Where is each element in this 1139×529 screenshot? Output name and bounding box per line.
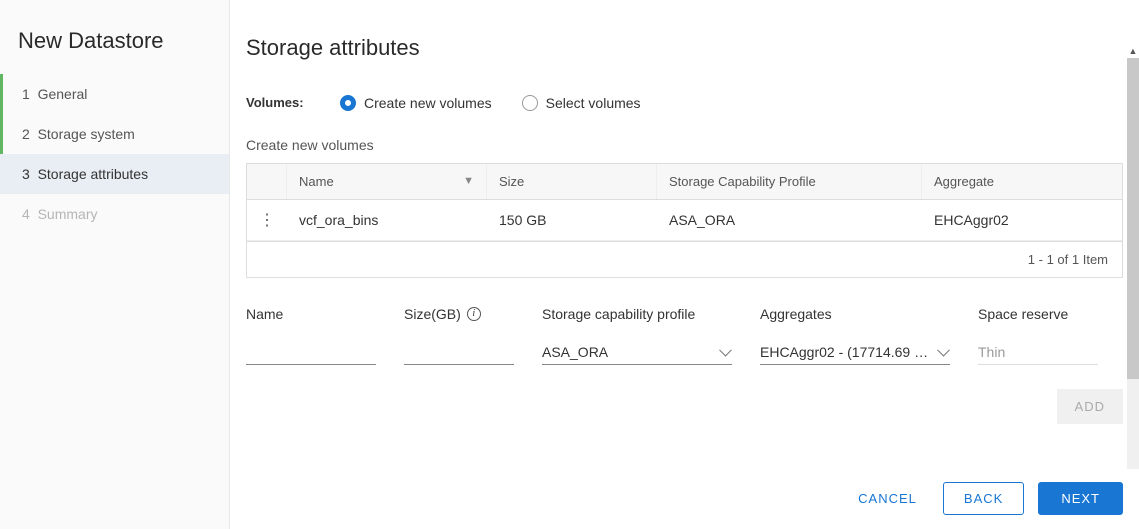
scp-label: Storage capability profile: [542, 306, 732, 322]
reserve-value: Thin: [978, 340, 1098, 365]
step-num: 3: [22, 166, 30, 182]
step-num: 1: [22, 86, 30, 102]
aggr-select[interactable]: EHCAggr02 - (17714.69 GB): [760, 340, 950, 365]
wizard-title: New Datastore: [0, 20, 229, 74]
step-num: 2: [22, 126, 30, 142]
name-input[interactable]: [246, 340, 376, 365]
table-row[interactable]: ⋮ vcf_ora_bins 150 GB ASA_ORA EHCAggr02: [247, 200, 1122, 241]
size-label-text: Size(GB): [404, 306, 461, 322]
step-storage-attributes[interactable]: 3 Storage attributes: [0, 154, 229, 194]
step-storage-system[interactable]: 2 Storage system: [0, 114, 229, 154]
scroll-up-arrow-icon[interactable]: ▲: [1127, 46, 1139, 58]
table-header: Name ▼ Size Storage Capability Profile A…: [247, 164, 1122, 200]
volumes-mode-row: Volumes: Create new volumes Select volum…: [246, 95, 1123, 111]
back-button[interactable]: BACK: [943, 482, 1024, 515]
cell-aggr: EHCAggr02: [922, 200, 1122, 240]
filter-icon[interactable]: ▼: [463, 175, 474, 187]
step-label: General: [38, 86, 88, 102]
wizard-steps: 1 General 2 Storage system 3 Storage att…: [0, 74, 229, 194]
col-size[interactable]: Size: [487, 164, 657, 199]
radio-unselected-icon: [522, 95, 538, 111]
col-name[interactable]: Name ▼: [287, 164, 487, 199]
col-aggr[interactable]: Aggregate: [922, 164, 1122, 199]
radio-label: Create new volumes: [364, 95, 492, 111]
info-icon[interactable]: i: [467, 307, 481, 321]
add-volume-form: Name Size(GB) i Storage capability profi…: [246, 306, 1123, 365]
aggr-label: Aggregates: [760, 306, 950, 322]
size-input[interactable]: [404, 340, 514, 365]
table-title: Create new volumes: [246, 137, 1123, 153]
cell-size: 150 GB: [487, 200, 657, 240]
volumes-label: Volumes:: [246, 95, 310, 110]
step-summary: 4 Summary: [0, 194, 229, 234]
radio-select-volumes[interactable]: Select volumes: [522, 95, 641, 111]
volumes-table: Name ▼ Size Storage Capability Profile A…: [246, 163, 1123, 278]
reserve-label: Space reserve: [978, 306, 1098, 322]
step-label: Storage attributes: [38, 166, 149, 182]
col-scp[interactable]: Storage Capability Profile: [657, 164, 922, 199]
step-general[interactable]: 1 General: [0, 74, 229, 114]
wizard-dialog: New Datastore 1 General 2 Storage system…: [0, 0, 1139, 529]
table-footer: 1 - 1 of 1 Item: [247, 241, 1122, 277]
add-button[interactable]: ADD: [1057, 389, 1123, 424]
wizard-content: ▲ Storage attributes Volumes: Create new…: [230, 0, 1139, 529]
kebab-menu-icon[interactable]: ⋮: [259, 219, 275, 223]
next-button[interactable]: NEXT: [1038, 482, 1123, 515]
cancel-button[interactable]: CANCEL: [846, 483, 929, 514]
wizard-footer: CANCEL BACK NEXT: [246, 468, 1123, 529]
col-menu: [247, 164, 287, 199]
radio-create-new-volumes[interactable]: Create new volumes: [340, 95, 492, 111]
step-label: Storage system: [38, 126, 135, 142]
col-scp-label: Storage Capability Profile: [669, 174, 816, 189]
radio-selected-icon: [340, 95, 356, 111]
cell-scp: ASA_ORA: [657, 200, 922, 240]
cell-name: vcf_ora_bins: [287, 200, 487, 240]
step-num: 4: [22, 206, 30, 222]
col-name-label: Name: [299, 174, 334, 189]
col-size-label: Size: [499, 174, 524, 189]
size-label: Size(GB) i: [404, 306, 514, 322]
step-label: Summary: [38, 206, 98, 222]
wizard-sidebar: New Datastore 1 General 2 Storage system…: [0, 0, 230, 529]
col-aggr-label: Aggregate: [934, 174, 994, 189]
scroll-thumb[interactable]: [1127, 58, 1139, 379]
scrollbar[interactable]: [1127, 58, 1139, 469]
name-label: Name: [246, 306, 376, 322]
radio-label: Select volumes: [546, 95, 641, 111]
page-title: Storage attributes: [246, 35, 1123, 61]
scp-select[interactable]: ASA_ORA: [542, 340, 732, 365]
